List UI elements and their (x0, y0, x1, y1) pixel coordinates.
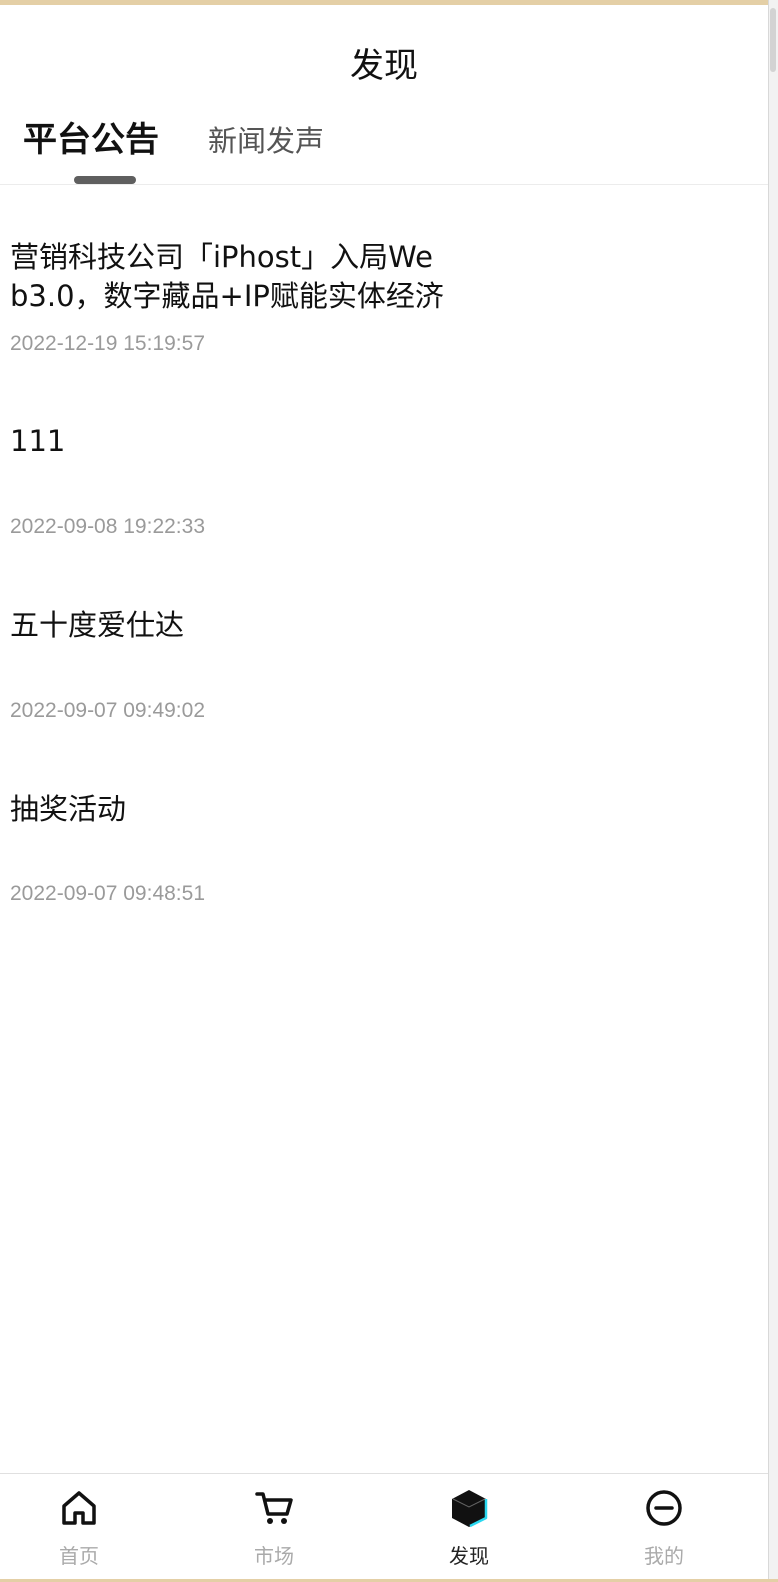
cube-icon (452, 1490, 488, 1528)
nav-home[interactable]: 首页 (19, 1474, 139, 1580)
nav-home-label: 首页 (59, 1544, 99, 1568)
active-tab-indicator (74, 176, 136, 184)
nav-mine-label: 我的 (644, 1544, 684, 1568)
list-item[interactable]: 五十度爱仕达 2022-09-07 09:49:02 (10, 606, 750, 722)
nav-market[interactable]: 市场 (214, 1474, 334, 1580)
nav-discover[interactable]: 发现 (409, 1474, 529, 1580)
list-item[interactable]: 111 2022-09-08 19:22:33 (10, 422, 750, 538)
nav-discover-label: 发现 (449, 1544, 489, 1568)
item-date: 2022-09-07 09:49:02 (10, 699, 205, 722)
home-icon (62, 1491, 96, 1525)
item-title: 营销科技公司「iPhost」入局Web3.0，数字藏品+IP赋能实体经济 (10, 240, 444, 313)
top-border (0, 0, 778, 5)
nav-mine[interactable]: 我的 (604, 1474, 724, 1580)
nav-market-label: 市场 (254, 1544, 294, 1568)
item-title: 抽奖活动 (10, 792, 127, 826)
bottom-nav: 首页 市场 发现 我的 (0, 1473, 768, 1579)
list-item[interactable]: 抽奖活动 2022-09-07 09:48:51 (10, 790, 750, 905)
cart-icon (255, 1492, 293, 1524)
tab-platform-announcements[interactable]: 平台公告 (23, 112, 159, 161)
item-title: 111 (10, 424, 66, 458)
tabs-divider (0, 184, 768, 185)
page-title: 发现 (350, 46, 418, 86)
scrollbar[interactable] (768, 0, 778, 1582)
item-title: 五十度爱仕达 (10, 608, 185, 642)
tab-bar: 平台公告 新闻发声 (0, 112, 768, 184)
scrollbar-thumb[interactable] (770, 8, 776, 72)
item-date: 2022-09-07 09:48:51 (10, 882, 205, 905)
item-date: 2022-09-08 19:22:33 (10, 515, 205, 538)
app-frame: 发现 平台公告 新闻发声 营销科技公司「iPhost」入局Web3.0，数字藏品… (0, 0, 778, 1582)
tab-news[interactable]: 新闻发声 (208, 118, 324, 160)
item-date: 2022-12-19 15:19:57 (10, 332, 205, 355)
user-circle-icon (646, 1490, 682, 1526)
list-item[interactable]: 营销科技公司「iPhost」入局Web3.0，数字藏品+IP赋能实体经济 202… (10, 238, 750, 355)
